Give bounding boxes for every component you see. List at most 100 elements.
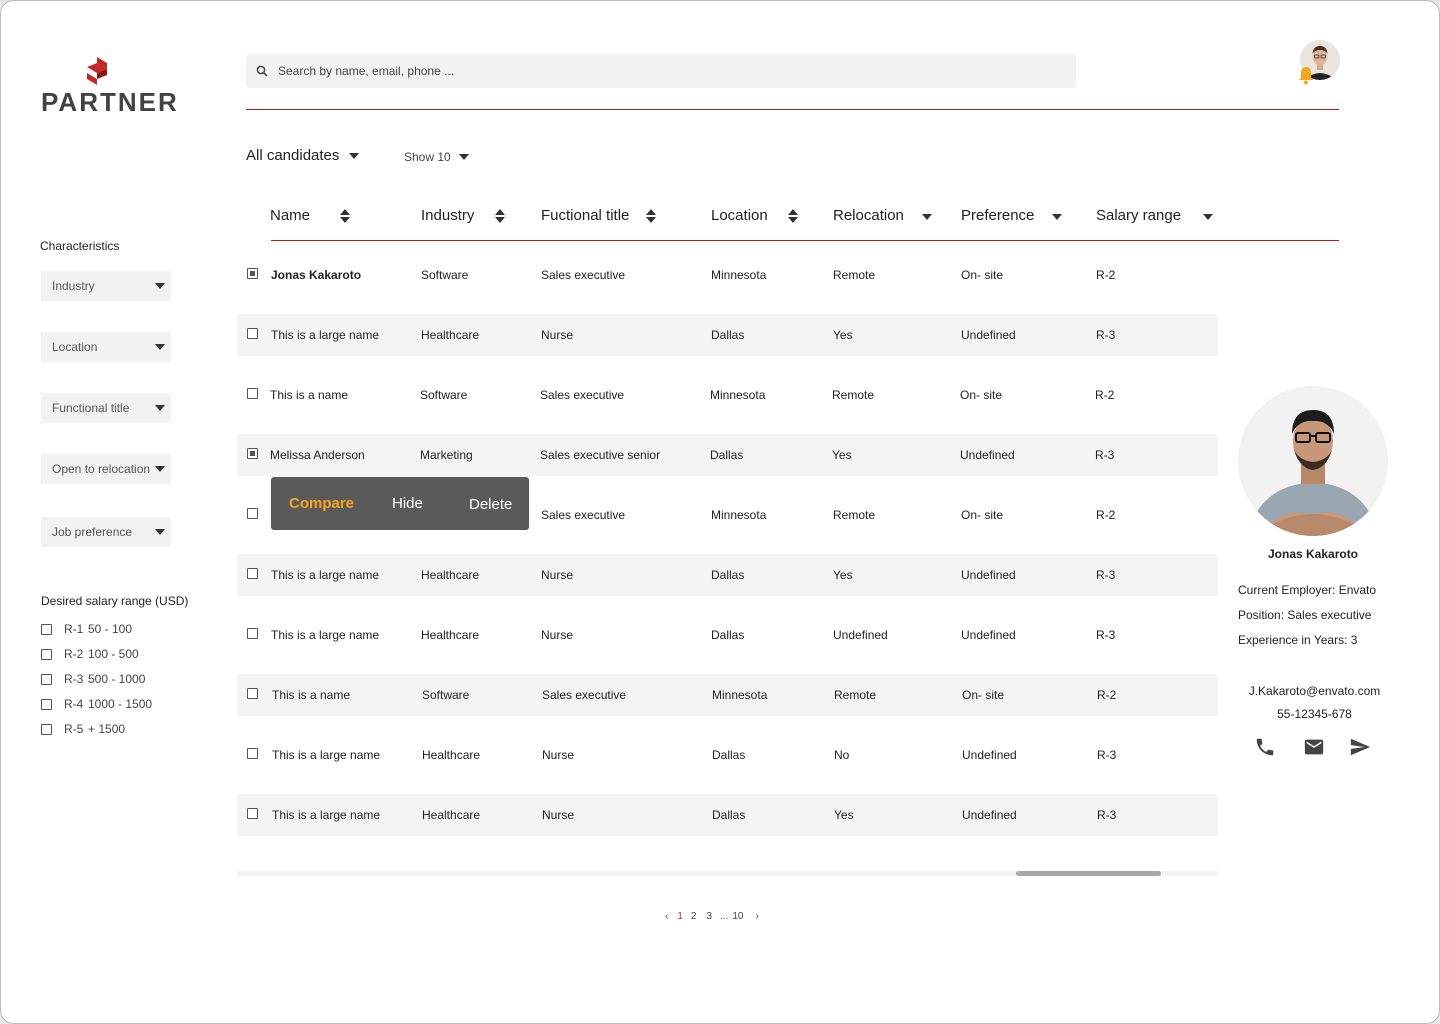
search-bar[interactable] [246,54,1076,88]
dropdown-label: Functional title [52,401,130,415]
checkbox[interactable] [41,623,52,635]
compare-button[interactable]: Compare [289,495,354,512]
search-icon [256,65,268,77]
row-checkbox[interactable] [247,688,258,699]
sort-icon[interactable] [495,208,506,223]
email-icon[interactable] [1303,736,1325,758]
dropdown-label: Open to relocation [52,462,151,476]
location-filter-dropdown[interactable]: Location [41,332,171,362]
salary-option[interactable]: R-4 1000 - 1500 [41,697,152,711]
cell-industry: Healthcare [421,568,480,582]
header-label: Salary range [1096,207,1182,224]
table-row[interactable]: Melissa Anderson Marketing Sales executive… [237,434,1218,476]
relocation-filter-dropdown[interactable]: Open to relocation [41,454,171,484]
send-icon[interactable] [1349,736,1371,758]
candidate-phone[interactable]: 55-12345-678 [1238,707,1391,721]
page-10-button[interactable]: 10 [732,911,743,922]
prev-page-button[interactable]: ‹ [665,911,668,922]
cell-preference: Undefined [961,568,1016,582]
table-row[interactable]: This is a large name Healthcare Nurse Dalla… [237,794,1218,836]
row-checkbox[interactable] [247,628,258,639]
cell-industry: Healthcare [422,808,481,822]
cell-industry: Healthcare [421,628,480,642]
table-row[interactable]: This is a large name Healthcare Nurse Dalla… [237,314,1218,356]
table-row[interactable]: This is a large name Healthcare Nurse Dalla… [237,734,1218,776]
cell-relocation: Yes [833,328,853,342]
salary-code: R-4 [64,697,84,711]
column-header-salary-range[interactable]: Salary range [1096,207,1214,224]
table-row[interactable]: This is a name Software Sales executive Min… [237,374,1218,416]
row-checkbox[interactable] [247,388,258,399]
chevron-down-icon[interactable] [1203,214,1214,220]
column-header-industry[interactable]: Industry [421,207,506,224]
page-1-button[interactable]: 1 [677,911,683,922]
job-preference-filter-dropdown[interactable]: Job preference [41,517,171,547]
partner-logo[interactable]: PARTNER [41,57,181,117]
hide-button[interactable]: Hide [392,495,423,512]
cell-location: Dallas [711,328,745,342]
cell-salary-range: R-2 [1096,508,1116,522]
all-candidates-label: All candidates [246,147,340,164]
cell-relocation: Undefined [833,628,888,642]
table-row[interactable]: This is a name Software Sales executive Min… [237,674,1218,716]
column-header-location[interactable]: Location [711,207,798,224]
candidate-photo-icon [1238,386,1388,536]
salary-code: R-5 [64,722,84,736]
candidate-photo [1238,386,1388,536]
cell-salary-range: R-2 [1096,268,1116,282]
cell-salary-range: R-2 [1095,388,1115,402]
scrollbar-thumb[interactable] [1016,871,1161,876]
show-count-dropdown[interactable]: Show 10 [404,150,469,164]
sort-icon[interactable] [646,208,657,223]
candidate-email[interactable]: J.Kakaroto@envato.com [1238,684,1391,698]
cell-relocation: Remote [834,688,877,702]
chevron-down-icon[interactable] [1052,214,1063,220]
row-checkbox[interactable] [247,748,258,759]
app-frame: PARTNER All candidates Show 10 [0,0,1440,1024]
salary-option[interactable]: R-5 + 1500 [41,722,125,736]
page-2-button[interactable]: 2 [691,911,697,922]
cell-salary-range: R-3 [1096,568,1116,582]
salary-option[interactable]: R-1 50 - 100 [41,622,132,636]
row-checkbox[interactable] [247,268,258,279]
table-row[interactable]: Jonas Kakaroto Software Sales executive Min… [237,254,1218,296]
candidate-employer: Current Employer: Envato [1238,583,1377,597]
phone-icon[interactable] [1254,736,1276,758]
row-checkbox[interactable] [247,328,258,339]
cell-functional-title: Nurse [542,748,575,762]
sort-icon[interactable] [787,208,798,223]
functional-title-filter-dropdown[interactable]: Functional title [41,393,171,423]
cell-preference: Undefined [961,328,1016,342]
page-3-button[interactable]: 3 [706,911,712,922]
checkbox[interactable] [41,698,52,710]
row-checkbox[interactable] [247,448,258,459]
row-checkbox[interactable] [247,568,258,579]
salary-option[interactable]: R-2 100 - 500 [41,647,139,661]
show-count-label: Show 10 [404,150,451,164]
sort-icon[interactable] [340,208,351,223]
next-page-button[interactable]: › [756,911,759,922]
delete-button[interactable]: Delete [469,496,512,513]
industry-filter-dropdown[interactable]: Industry [41,271,171,301]
row-checkbox[interactable] [247,508,258,519]
chevron-down-icon [458,154,469,160]
column-header-relocation[interactable]: Relocation [833,207,932,224]
checkbox[interactable] [41,648,52,660]
row-checkbox[interactable] [247,808,258,819]
all-candidates-dropdown[interactable]: All candidates [246,147,360,164]
search-input[interactable] [278,64,1038,78]
checkbox[interactable] [41,723,52,735]
chevron-down-icon[interactable] [921,214,932,220]
cell-preference: Undefined [962,808,1017,822]
table-row[interactable]: This is a large name Healthcare Nurse Dalla… [237,554,1218,596]
salary-option[interactable]: R-3 500 - 1000 [41,672,145,686]
cell-industry: Marketing [420,448,473,462]
column-header-preference[interactable]: Preference [961,207,1063,224]
column-header-name[interactable]: Name [270,207,351,224]
cell-functional-title: Nurse [541,568,574,582]
checkbox[interactable] [41,673,52,685]
table-header-divider [271,240,1339,241]
table-row[interactable]: This is a large name Healthcare Nurse Dalla… [237,614,1218,656]
column-header-functional-title[interactable]: Fuctional title [541,207,657,224]
notification-bell-icon[interactable] [1297,65,1315,85]
